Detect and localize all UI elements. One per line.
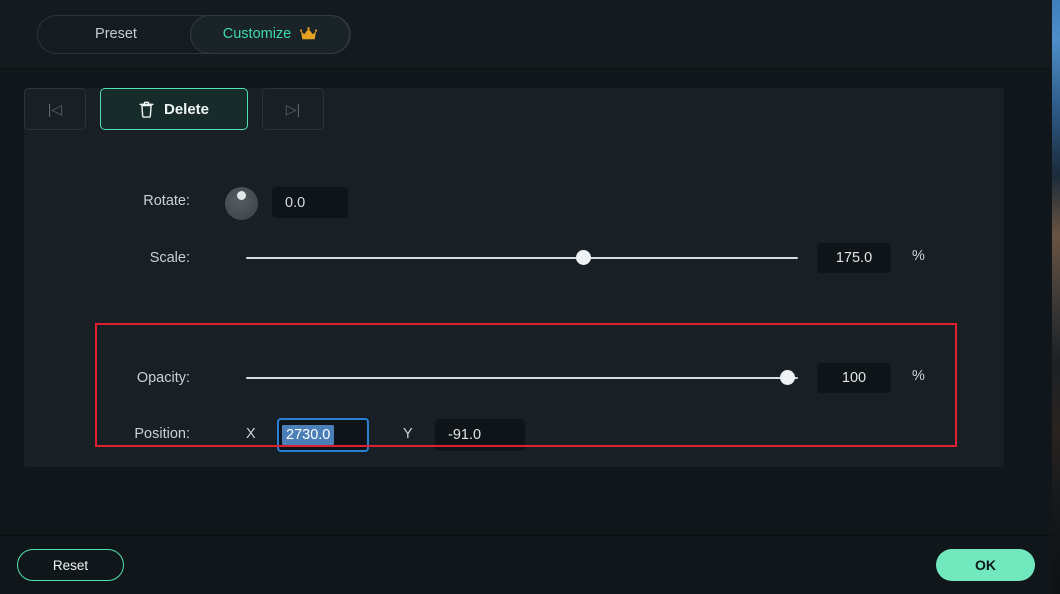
trash-icon: [139, 101, 154, 118]
reset-button[interactable]: Reset: [17, 549, 124, 581]
tab-preset[interactable]: Preset: [38, 15, 194, 54]
rotate-input[interactable]: 0.0: [272, 187, 348, 218]
position-y-axis-label: Y: [403, 426, 413, 442]
transform-settings-dialog: Preset Customize |◁ Delete ▷| Rotate: 0.…: [0, 0, 1052, 594]
rotate-knob-indicator: [237, 191, 246, 200]
delete-keyframe-button[interactable]: Delete: [100, 88, 248, 130]
dialog-body: |◁ Delete ▷| Rotate: 0.0 Scale: 175.0 % …: [0, 69, 1052, 535]
position-x-axis-label: X: [246, 426, 256, 442]
scale-label: Scale:: [149, 250, 190, 266]
next-keyframe-button[interactable]: ▷|: [262, 88, 324, 130]
opacity-slider-track[interactable]: [246, 370, 798, 385]
scale-slider-track[interactable]: [246, 250, 798, 265]
scale-row: Scale: 175.0 %: [24, 243, 1004, 273]
dialog-footer: Reset OK: [0, 535, 1052, 594]
position-x-value: 2730.0: [282, 425, 335, 445]
skip-to-end-icon: ▷|: [285, 100, 301, 117]
position-x-input[interactable]: 2730.0: [277, 418, 369, 452]
position-label: Position:: [134, 426, 190, 442]
scale-input[interactable]: 175.0: [817, 243, 891, 273]
opacity-row: Opacity: 100 %: [24, 363, 1004, 393]
position-row: Position: X 2730.0 Y -91.0: [24, 418, 1004, 452]
scale-unit: %: [912, 248, 925, 264]
transform-panel: |◁ Delete ▷| Rotate: 0.0 Scale: 175.0 % …: [24, 88, 1004, 467]
crown-icon: [300, 27, 318, 40]
tab-customize-label: Customize: [222, 26, 292, 42]
skip-to-start-icon: |◁: [47, 100, 63, 117]
opacity-unit: %: [912, 368, 925, 384]
background-app-sliver: [1052, 0, 1060, 594]
mode-segmented-control: Preset Customize: [37, 14, 351, 54]
opacity-slider-handle[interactable]: [779, 370, 795, 385]
prev-keyframe-button[interactable]: |◁: [24, 88, 86, 130]
rotate-knob-icon[interactable]: [225, 187, 258, 220]
opacity-input[interactable]: 100: [817, 363, 891, 393]
keyframe-toolbar: |◁ Delete ▷|: [24, 88, 1004, 130]
tab-bar: Preset Customize: [0, 0, 1052, 69]
opacity-label: Opacity:: [136, 370, 190, 386]
ok-button[interactable]: OK: [936, 549, 1035, 581]
scale-slider-handle[interactable]: [575, 250, 591, 265]
tab-customize[interactable]: Customize: [190, 14, 350, 54]
delete-label: Delete: [163, 100, 210, 118]
tab-preset-label: Preset: [95, 26, 137, 42]
rotate-label: Rotate:: [143, 193, 190, 209]
position-y-input[interactable]: -91.0: [435, 419, 525, 451]
